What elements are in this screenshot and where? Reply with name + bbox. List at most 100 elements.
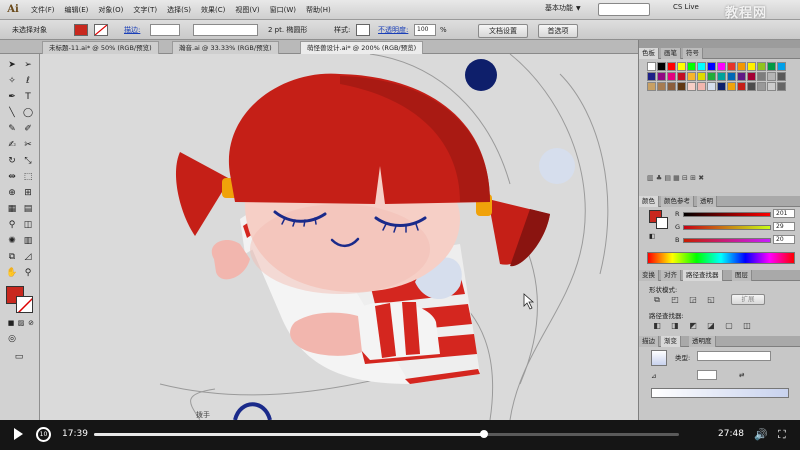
swatch-grid[interactable] <box>647 62 795 118</box>
paintbrush-tool-icon[interactable]: ✎ <box>5 122 19 136</box>
swatch[interactable] <box>727 72 736 81</box>
type-tool-icon[interactable]: T <box>21 90 35 104</box>
swatch[interactable] <box>727 82 736 91</box>
swatch[interactable] <box>677 72 686 81</box>
stroke-swatch[interactable] <box>94 24 108 36</box>
blob-brush-icon[interactable]: ✍ <box>5 138 19 152</box>
channel-b-value[interactable]: 20 <box>773 235 795 244</box>
merge-icon[interactable]: ◩ <box>687 320 699 331</box>
swatch[interactable] <box>777 62 786 71</box>
swatch[interactable] <box>737 62 746 71</box>
channel-g-slider[interactable] <box>683 225 771 230</box>
swatch[interactable] <box>767 82 776 91</box>
opacity-label[interactable]: 不透明度: <box>378 24 408 36</box>
crop-icon[interactable]: ◪ <box>705 320 717 331</box>
rotate-tool-icon[interactable]: ↻ <box>5 154 19 168</box>
swatch[interactable] <box>687 62 696 71</box>
lasso-tool-icon[interactable]: ℓ <box>21 74 35 88</box>
progress-bar[interactable] <box>94 430 679 438</box>
slice-tool-icon[interactable]: ◿ <box>21 250 35 264</box>
eyedropper-tool-icon[interactable]: ⚲ <box>5 218 19 232</box>
menu-select[interactable]: 选择(S) <box>162 0 196 20</box>
preferences-button[interactable]: 首选项 <box>538 24 578 38</box>
minus-front-icon[interactable]: ◰ <box>669 294 681 305</box>
swatch[interactable] <box>767 72 776 81</box>
workspace-switcher[interactable]: 基本功能 ▼ <box>545 3 581 13</box>
gradient-slider[interactable] <box>651 388 789 398</box>
opacity-field[interactable]: 100 <box>414 24 436 36</box>
swatch[interactable] <box>667 82 676 91</box>
play-icon[interactable] <box>14 428 23 440</box>
swatch[interactable] <box>707 62 716 71</box>
gradient-tool-icon[interactable]: ▤ <box>21 202 35 216</box>
swatch[interactable] <box>657 62 666 71</box>
swatch[interactable] <box>707 72 716 81</box>
draw-mode-icon[interactable]: ◎ <box>5 332 19 346</box>
swatch[interactable] <box>677 82 686 91</box>
swatch[interactable] <box>647 82 656 91</box>
stroke-weight-field[interactable] <box>150 24 180 36</box>
brush-definition[interactable]: 2 pt. 椭圆形 <box>268 24 307 36</box>
menu-file[interactable]: 文件(F) <box>26 0 60 20</box>
pencil-tool-icon[interactable]: ✐ <box>21 122 35 136</box>
doc-tab-1[interactable]: 未标题-11.ai* @ 50% (RGB/预览) <box>42 41 159 54</box>
tab-stroke[interactable]: 描边 <box>639 336 659 347</box>
tab-gradient[interactable]: 渐变 <box>661 336 681 347</box>
swatch[interactable] <box>667 62 676 71</box>
tab-opacity[interactable]: 透明度 <box>689 336 716 347</box>
tab-transform[interactable]: 变换 <box>639 270 659 281</box>
menu-view[interactable]: 视图(V) <box>230 0 264 20</box>
menu-edit[interactable]: 编辑(E) <box>60 0 94 20</box>
swatch[interactable] <box>747 72 756 81</box>
tab-symbols[interactable]: 符号 <box>683 48 703 59</box>
doc-tab-3[interactable]: 萌怪兽设计.ai* @ 200% (RGB/预览) <box>300 41 424 54</box>
swatch[interactable] <box>757 82 766 91</box>
magic-wand-icon[interactable]: ✧ <box>5 74 19 88</box>
graphic-style-swatch[interactable] <box>356 24 370 36</box>
progress-knob[interactable] <box>479 430 488 438</box>
panel-dock-header[interactable] <box>639 40 800 48</box>
swatch[interactable] <box>757 72 766 81</box>
fullscreen-icon[interactable]: ⛶ <box>778 428 786 442</box>
tab-pathfinder[interactable]: 路径查找器 <box>683 270 723 281</box>
swatch[interactable] <box>647 72 656 81</box>
free-transform-icon[interactable]: ⬚ <box>21 170 35 184</box>
swatch[interactable] <box>697 62 706 71</box>
swatch[interactable] <box>677 62 686 71</box>
channel-g-value[interactable]: 29 <box>773 222 795 231</box>
swatch[interactable] <box>717 62 726 71</box>
swatch[interactable] <box>697 82 706 91</box>
perspective-grid-icon[interactable]: ⊞ <box>21 186 35 200</box>
zoom-tool-icon[interactable]: ⚲ <box>21 266 35 280</box>
tab-swatches[interactable]: 色板 <box>639 48 659 59</box>
channel-b-slider[interactable] <box>683 238 771 243</box>
outline-icon[interactable]: ▢ <box>723 320 735 331</box>
swatch-panel-footer-icons[interactable]: ▥ ♣ ▤ ▦ ⊟ ⊞ ✖ <box>647 174 704 182</box>
width-tool-icon[interactable]: ⇹ <box>5 170 19 184</box>
menu-window[interactable]: 窗口(W) <box>265 0 301 20</box>
artboard-canvas[interactable]: 拨手 <box>40 54 638 420</box>
shape-builder-icon[interactable]: ⊕ <box>5 186 19 200</box>
cs-live-button[interactable]: CS Live <box>673 3 699 11</box>
volume-icon[interactable]: 🔊 <box>754 428 768 441</box>
artboard-tool-icon[interactable]: ⧉ <box>5 250 19 264</box>
gradient-preview[interactable] <box>651 350 667 366</box>
swatch[interactable] <box>657 82 666 91</box>
scale-tool-icon[interactable]: ⤡ <box>21 154 35 168</box>
unite-icon[interactable]: ⧉ <box>651 294 663 305</box>
line-tool-icon[interactable]: ╲ <box>5 106 19 120</box>
swatch[interactable] <box>687 72 696 81</box>
menu-effect[interactable]: 效果(C) <box>196 0 230 20</box>
swatch[interactable] <box>647 62 656 71</box>
document-setup-button[interactable]: 文档设置 <box>478 24 528 38</box>
pen-tool-icon[interactable]: ✒ <box>5 90 19 104</box>
swatch[interactable] <box>717 72 726 81</box>
swatch[interactable] <box>727 62 736 71</box>
swatch[interactable] <box>777 72 786 81</box>
fill-swatch[interactable] <box>74 24 88 36</box>
swatch[interactable] <box>747 62 756 71</box>
channel-r-slider[interactable] <box>683 212 771 217</box>
swatch[interactable] <box>737 82 746 91</box>
none-mode-icon[interactable]: ⊘ <box>24 316 38 330</box>
swatch[interactable] <box>767 62 776 71</box>
